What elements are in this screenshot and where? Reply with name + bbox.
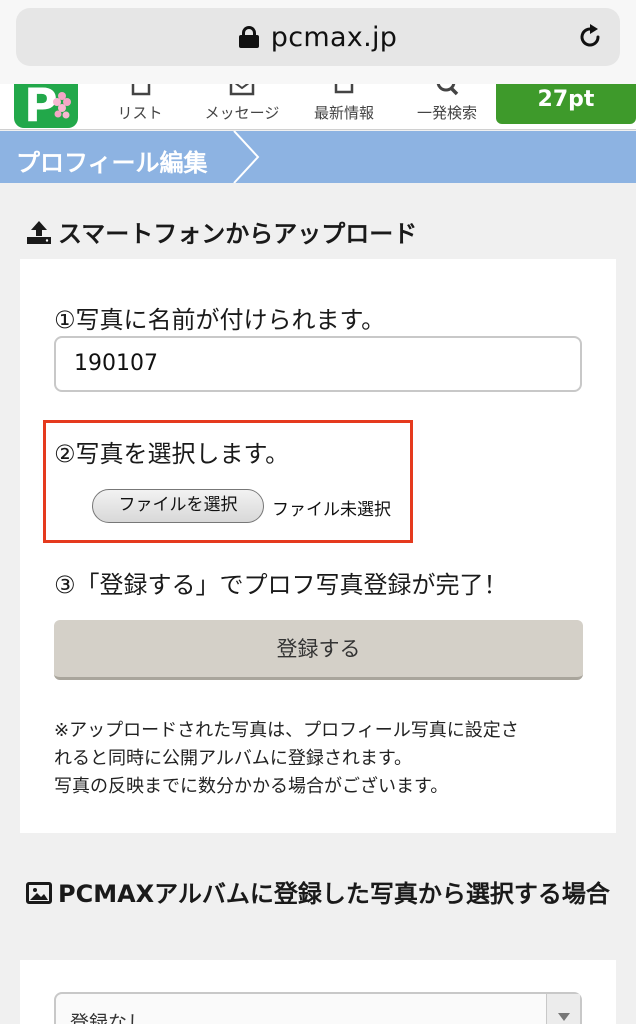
- nav-label-search: 一発検索: [416, 104, 477, 122]
- chevron-down-icon[interactable]: [546, 994, 580, 1024]
- register-button[interactable]: 登録する: [54, 620, 583, 680]
- upload-title-text: スマートフォンからアップロード: [58, 220, 418, 248]
- url-text[interactable]: pcmax.jp: [271, 22, 397, 53]
- step2-label: ②写真を選択します。: [54, 440, 290, 468]
- envelope-icon: [229, 84, 255, 96]
- nav-label-news: 最新情報: [313, 104, 374, 122]
- note-line-2: れると同時に公開アルバムに登録されます。: [54, 748, 413, 769]
- address-bar[interactable]: pcmax.jp: [16, 8, 620, 66]
- site-nav: P リスト メッセージ 最新情報 一発検索 27pt: [0, 84, 636, 130]
- album-select[interactable]: 登録なし: [54, 992, 582, 1024]
- album-title-text: PCMAXアルバムに登録した写真から選択する場合: [58, 880, 610, 908]
- upload-section-title: スマートフォンからアップロード: [26, 214, 417, 249]
- image-icon: [26, 882, 52, 904]
- browser-chrome: pcmax.jp: [0, 0, 636, 84]
- page-title: プロフィール編集: [16, 149, 208, 177]
- points-button[interactable]: 27pt: [496, 84, 636, 124]
- lock-icon: [238, 26, 259, 48]
- photo-name-input[interactable]: 190107: [54, 336, 582, 392]
- step1-label: ①写真に名前が付けられます。: [54, 306, 386, 334]
- list-icon: [131, 84, 151, 96]
- nav-item-list[interactable]: リスト: [110, 84, 170, 129]
- note-line-1: ※アップロードされた写真は、プロフィール写真に設定さ: [54, 720, 519, 741]
- search-icon: [436, 84, 459, 96]
- album-section-title: PCMAXアルバムに登録した写真から選択する場合: [26, 876, 616, 912]
- flower-icon: [53, 92, 71, 119]
- news-icon: [334, 84, 354, 94]
- nav-item-search[interactable]: 一発検索: [410, 84, 484, 129]
- nav-item-news[interactable]: 最新情報: [308, 84, 380, 129]
- note-line-3: 写真の反映までに数分かかる場合がございます。: [54, 776, 449, 797]
- nav-label-list: リスト: [117, 104, 163, 122]
- upload-icon: [27, 220, 51, 244]
- choose-file-button[interactable]: ファイルを選択: [92, 489, 264, 523]
- nav-label-message: メッセージ: [204, 104, 280, 122]
- file-status-text: ファイル未選択: [272, 500, 391, 520]
- pcmax-logo[interactable]: P: [14, 84, 78, 128]
- nav-item-message[interactable]: メッセージ: [200, 84, 284, 129]
- step3-label: ③「登録する」でプロフ写真登録が完了！: [54, 571, 508, 599]
- section-header: プロフィール編集: [0, 131, 636, 183]
- reload-icon[interactable]: [576, 23, 604, 51]
- album-select-value: 登録なし: [70, 1012, 147, 1024]
